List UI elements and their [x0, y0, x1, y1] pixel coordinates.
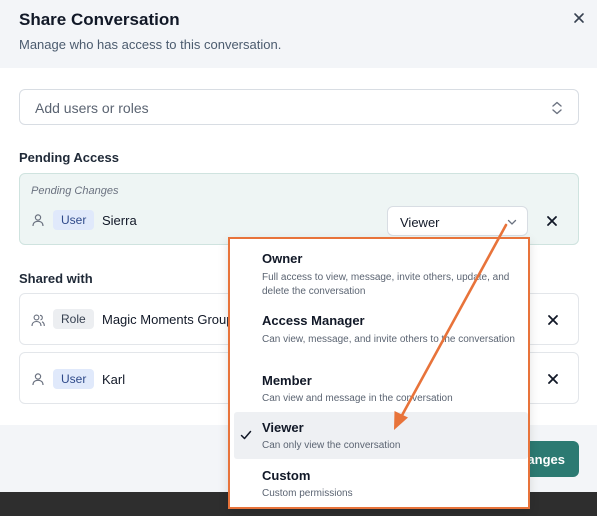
role-option-description: Full access to view, message, invite oth… [262, 272, 510, 297]
close-icon[interactable] [571, 10, 587, 26]
role-option-description: Can view and message in the conversation [262, 393, 453, 404]
role-option-description: Can view, message, and invite others to … [262, 334, 515, 345]
role-option-description: Can only view the conversation [262, 440, 401, 451]
role-select-value: Viewer [400, 215, 440, 230]
shared-with-label: Shared with [19, 271, 93, 286]
add-users-input[interactable]: Add users or roles [19, 89, 579, 125]
remove-icon[interactable] [546, 372, 560, 386]
dialog-header: Share Conversation Manage who has access… [0, 0, 597, 68]
group-icon [31, 314, 45, 327]
role-option-access-manager[interactable]: Access Manager Can view, message, and in… [234, 305, 528, 365]
role-option-custom[interactable]: Custom Custom permissions [234, 461, 528, 505]
role-option-title: Custom [262, 468, 311, 483]
role-option-viewer[interactable]: Viewer Can only view the conversation [234, 412, 528, 459]
person-icon [32, 214, 44, 227]
dialog-subtitle: Manage who has access to this conversati… [19, 37, 282, 52]
remove-icon[interactable] [545, 214, 559, 228]
role-option-title: Owner [262, 251, 303, 266]
chevron-down-icon [507, 219, 517, 225]
add-users-placeholder: Add users or roles [35, 100, 149, 116]
role-option-owner[interactable]: Owner Full access to view, message, invi… [234, 243, 528, 303]
pending-user-name: Sierra [102, 213, 137, 228]
role-option-member[interactable]: Member Can view and message in the conve… [234, 367, 528, 411]
role-option-title: Access Manager [262, 313, 365, 328]
user-badge: User [53, 210, 95, 230]
role-dropdown-menu: Owner Full access to view, message, invi… [228, 237, 530, 509]
role-badge: Role [53, 309, 94, 329]
role-option-title: Member [262, 373, 312, 388]
role-option-title: Viewer [262, 420, 304, 435]
shared-role-name: Magic Moments Group [102, 312, 234, 327]
pending-changes-card: Pending Changes User Sierra Viewer [19, 173, 579, 245]
user-badge: User [53, 369, 95, 389]
person-icon [32, 373, 44, 386]
role-select[interactable]: Viewer [387, 206, 528, 236]
remove-icon[interactable] [546, 313, 560, 327]
pending-changes-caption: Pending Changes [31, 185, 119, 197]
pending-access-label: Pending Access [19, 150, 119, 165]
shared-user-name: Karl [102, 372, 126, 387]
role-option-description: Custom permissions [262, 488, 353, 499]
check-icon [240, 430, 252, 440]
dialog-title: Share Conversation [19, 10, 180, 29]
chevron-updown-icon [552, 101, 562, 115]
